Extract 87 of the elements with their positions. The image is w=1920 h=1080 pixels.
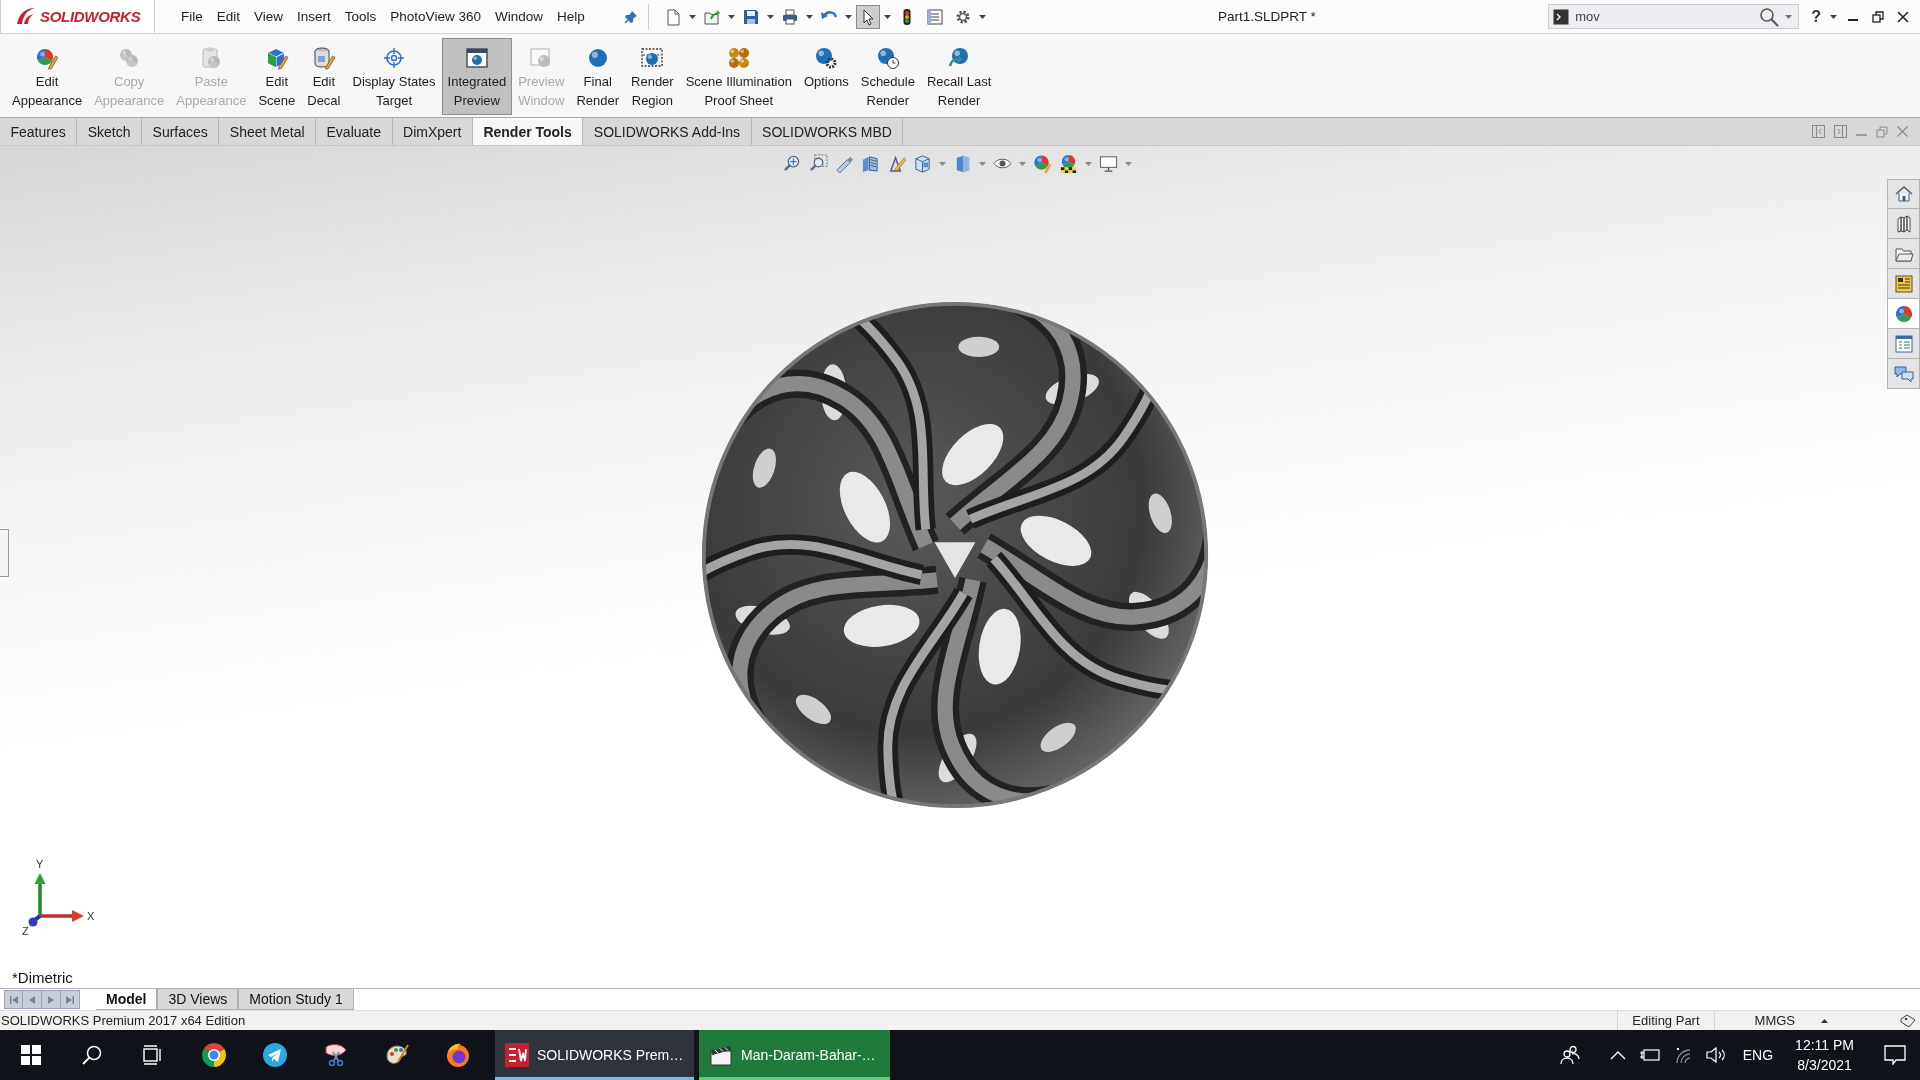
command-tab[interactable]: Surfaces (142, 118, 220, 145)
pin-icon[interactable] (623, 9, 638, 24)
status-text: SOLIDWORKS Premium 2017 x64 Edition (0, 1013, 246, 1028)
menu-item[interactable]: View (247, 5, 291, 28)
monitor-icon[interactable] (1099, 154, 1118, 173)
ribbon-button[interactable]: Render Region (625, 38, 680, 115)
command-tab[interactable]: Sheet Metal (219, 118, 317, 145)
ribbon-button[interactable]: Edit Scene (252, 38, 302, 115)
magnifier-arrows-icon[interactable] (783, 154, 802, 173)
home-icon[interactable] (1887, 179, 1920, 209)
document-title: Part1.SLDPRT * (1218, 9, 1316, 24)
ribbon-button[interactable]: Display States Target (346, 38, 442, 115)
color-ball-checker-icon[interactable] (1059, 154, 1078, 173)
tag-icon[interactable] (1900, 1013, 1916, 1028)
caret-icon[interactable] (766, 14, 774, 19)
tile-left-icon[interactable] (1812, 125, 1825, 138)
search-icon[interactable] (1759, 6, 1780, 27)
view-orientation-label: *Dimetric (12, 969, 73, 986)
sheet-tab[interactable]: Model (96, 989, 158, 1010)
ribbon-button[interactable]: Edit Appearance (6, 38, 89, 115)
command-tab[interactable]: Evaluate (316, 118, 393, 145)
menu-item[interactable]: Insert (290, 5, 338, 28)
caret-up-icon (1821, 1018, 1828, 1023)
pointer-icon[interactable] (855, 4, 880, 29)
caret-icon[interactable] (1830, 14, 1837, 19)
caret-icon[interactable] (805, 14, 813, 19)
books-icon[interactable] (1887, 209, 1920, 239)
menu-item[interactable]: Window (487, 5, 550, 28)
ribbon-button[interactable]: Edit Decal (301, 38, 347, 115)
clock-button[interactable]: 12:11 PM 8/3/2021 (1783, 1035, 1866, 1075)
sphere-clock-icon (875, 46, 900, 70)
magnifier-dashed-box-icon[interactable] (809, 154, 828, 173)
color-ball-pencil-icon (35, 46, 60, 70)
ribbon-button[interactable]: Final Render (570, 38, 626, 115)
app-tile-icon (505, 1043, 529, 1067)
axis-label: X (87, 910, 95, 922)
caret-icon[interactable] (727, 14, 735, 19)
ribbon-button[interactable]: Schedule Render (854, 38, 921, 115)
command-tab[interactable]: Features (0, 118, 78, 145)
four-balls-icon (726, 46, 751, 70)
chat-bubbles-icon[interactable] (1887, 359, 1920, 389)
menu-item[interactable]: PhotoView 360 (383, 5, 488, 28)
list-icon[interactable] (1887, 329, 1920, 359)
app-logo-text: SOLIDWORKS (40, 7, 141, 25)
taskbar-app-button[interactable]: Man-Daram-Bahar-… (699, 1030, 890, 1080)
pencil-icon[interactable] (835, 154, 854, 173)
search-field[interactable]: mov (1548, 4, 1800, 29)
clapper-icon (709, 1043, 733, 1067)
taskbar-app-button[interactable]: SOLIDWORKS Prem… (495, 1030, 694, 1080)
tile-right-icon[interactable] (1834, 125, 1847, 138)
pencil-triangle-icon[interactable] (887, 154, 906, 173)
axis-label: Y (36, 858, 44, 870)
ribbon-button[interactable]: Scene Illumination Proof Sheet (679, 38, 798, 115)
color-ball-pencil-icon[interactable] (1033, 154, 1052, 173)
ribbon-button[interactable]: Options (797, 38, 855, 115)
caret-icon[interactable] (688, 14, 696, 19)
menu-item[interactable]: Edit (209, 5, 248, 28)
units-button[interactable]: MMGS (1714, 1013, 1836, 1028)
section-cube-icon[interactable] (861, 154, 880, 173)
folder-icon[interactable] (1887, 239, 1920, 269)
help-button[interactable]: ? (1809, 7, 1823, 26)
ribbon-button[interactable]: Integrated Preview (441, 38, 513, 115)
command-tab[interactable]: Render Tools (472, 118, 584, 145)
sheet-tab[interactable]: 3D Views (157, 989, 239, 1010)
command-tab[interactable]: Sketch (77, 118, 143, 145)
decal-pencil-icon (311, 46, 336, 70)
language-button[interactable]: ENG (1732, 1047, 1784, 1063)
menu-item[interactable]: File (174, 5, 210, 28)
menu-item[interactable]: Tools (337, 5, 384, 28)
ribbon-button[interactable]: Recall Last Render (920, 38, 998, 115)
cube-icon[interactable] (913, 154, 932, 173)
command-prompt-icon (1553, 8, 1570, 25)
sphere-gear-icon (814, 46, 839, 70)
caret-icon[interactable] (844, 14, 852, 19)
axis-triad-icon (28, 873, 84, 927)
command-tab[interactable]: SOLIDWORKS Add-Ins (583, 118, 752, 145)
command-tab[interactable]: DimXpert (392, 118, 473, 145)
sheet-tab[interactable]: Motion Study 1 (238, 989, 354, 1010)
command-tab[interactable]: SOLIDWORKS MBD (751, 118, 904, 145)
caret-icon[interactable] (883, 14, 891, 19)
layout-tile-icon[interactable] (1887, 269, 1920, 299)
axis-label: Z (22, 925, 29, 937)
swoosh-logo-icon (15, 6, 37, 26)
crosshair-icon (382, 46, 407, 70)
caret-icon[interactable] (978, 14, 986, 19)
menu-item[interactable]: Help (549, 5, 592, 28)
panel-handle[interactable] (0, 529, 9, 577)
